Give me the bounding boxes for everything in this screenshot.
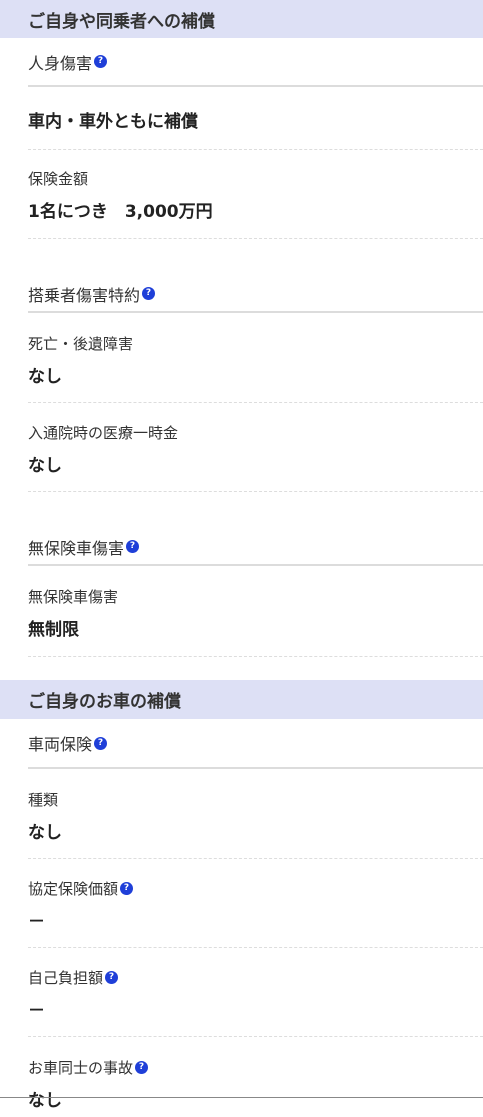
item-label-deductible: 自己負担額 ? [28, 967, 119, 988]
group-title-personal-injury-label: 人身傷害 [28, 53, 93, 73]
item-label-uninsured-vehicle: 無保険車傷害 [28, 588, 119, 606]
item-value-uninsured-vehicle: 無制限 [28, 620, 79, 640]
help-icon[interactable]: ? [105, 971, 119, 984]
help-icon[interactable]: ? [142, 287, 156, 300]
group-title-personal-injury: 人身傷害 ? [28, 38, 483, 87]
item-value-agreed-value: － [28, 912, 45, 932]
item-label-death-disability: 死亡・後遺障害 [28, 335, 134, 353]
bottom-divider [0, 1097, 483, 1098]
help-icon[interactable]: ? [135, 1061, 149, 1074]
help-icon[interactable]: ? [126, 540, 140, 553]
item-value-vehicle-type: なし [28, 823, 62, 843]
item-value-death-disability: なし [28, 367, 62, 387]
item-uninsured-vehicle: 無保険車傷害 無制限 [28, 566, 483, 657]
item-label-insurance-amount: 保険金額 [28, 170, 89, 188]
item-label-car-to-car-text: お車同士の事故 [28, 1059, 134, 1077]
item-value-insurance-amount: 1名につき 3,000万円 [28, 202, 213, 222]
group-title-vehicle-insurance-label: 車両保険 [28, 735, 93, 754]
group-title-passenger-injury: 搭乗者傷害特約 ? [28, 239, 483, 313]
item-value-medical-lump-sum: なし [28, 456, 62, 476]
item-label-deductible-text: 自己負担額 [28, 969, 104, 987]
item-vehicle-type: 種類 なし [28, 769, 483, 859]
item-label-agreed-value-text: 協定保険価額 [28, 880, 119, 898]
group-title-passenger-injury-label: 搭乗者傷害特約 [28, 285, 141, 305]
group-title-vehicle-insurance: 車両保険 ? [28, 719, 483, 769]
section-header-self-and-passengers: ご自身や同乗者への補償 [0, 0, 483, 38]
item-label-car-to-car-accident: お車同士の事故 ? [28, 1057, 149, 1078]
item-label-vehicle-type: 種類 [28, 791, 59, 809]
item-label-medical-lump-sum: 入通院時の医療一時金 [28, 424, 179, 442]
item-value-car-to-car-accident: なし [28, 1091, 62, 1111]
item-label-agreed-value: 協定保険価額 ? [28, 878, 134, 899]
item-deductible: 自己負担額 ? － [28, 948, 483, 1037]
item-insurance-amount: 保険金額 1名につき 3,000万円 [28, 150, 483, 239]
help-icon[interactable]: ? [94, 55, 108, 68]
help-icon[interactable]: ? [120, 882, 134, 895]
item-personal-injury-coverage: 車内・車外ともに補償 [28, 87, 483, 150]
item-medical-lump-sum: 入通院時の医療一時金 なし [28, 403, 483, 492]
group-title-uninsured-vehicle: 無保険車傷害 ? [28, 492, 483, 566]
item-car-to-car-accident: お車同士の事故 ? なし [28, 1037, 483, 1117]
item-value-coverage: 車内・車外ともに補償 [28, 112, 198, 132]
item-value-deductible: － [28, 1001, 45, 1021]
item-agreed-value: 協定保険価額 ? － [28, 859, 483, 948]
group-title-uninsured-vehicle-label: 無保険車傷害 [28, 538, 125, 558]
item-death-disability: 死亡・後遺障害 なし [28, 313, 483, 403]
section-header-own-car: ご自身のお車の補償 [0, 680, 483, 719]
help-icon[interactable]: ? [94, 736, 108, 750]
